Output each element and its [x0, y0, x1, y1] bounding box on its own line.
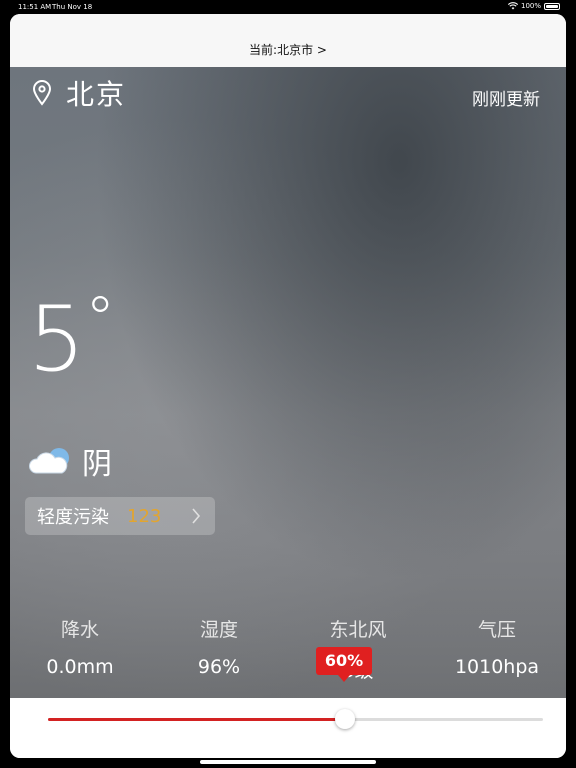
- progress-thumb[interactable]: [335, 709, 355, 729]
- stat-label: 东北风: [329, 619, 387, 641]
- condition-text: 阴: [82, 447, 112, 482]
- condition-row: 阴: [28, 439, 112, 483]
- stat-label: 气压: [477, 619, 516, 641]
- status-date: Thu Nov 18: [52, 3, 93, 11]
- stat-value: 0.0mm: [46, 656, 114, 678]
- weather-panel: 北京 刚刚更新 5° 阴 轻度污染 123 降水 0.0mm 湿度 96% 东北…: [10, 67, 566, 698]
- aqi-button[interactable]: 轻度污染 123: [25, 497, 215, 535]
- location-pin-icon: [32, 80, 52, 106]
- temperature-value: 5: [28, 287, 86, 392]
- progress-bar-panel: [10, 698, 566, 758]
- progress-fill: [48, 718, 345, 721]
- battery-percent: 100%: [520, 2, 541, 10]
- status-right: 100%: [507, 2, 560, 10]
- stat-pressure: 气压 1010hpa: [427, 615, 566, 678]
- chevron-right-icon: [192, 508, 201, 524]
- current-city-selector[interactable]: 当前:北京市 >: [10, 41, 566, 58]
- temperature: 5°: [28, 289, 115, 385]
- stat-precipitation: 降水 0.0mm: [10, 615, 150, 678]
- stat-label: 降水: [60, 619, 99, 641]
- modal-sheet: 当前:北京市 > 北京 刚刚更新 5° 阴 轻度污染 123 降水 0.0mm …: [10, 14, 566, 758]
- update-status: 刚刚更新: [472, 90, 540, 110]
- status-time: 11:51 AM: [18, 3, 52, 11]
- stat-humidity: 湿度 96%: [149, 615, 289, 678]
- wifi-icon: [507, 2, 518, 10]
- stat-value: 1010hpa: [454, 656, 540, 678]
- degree-symbol: °: [85, 284, 116, 354]
- stat-label: 湿度: [199, 619, 238, 641]
- status-bar: 11:51 AM Thu Nov 18 100%: [0, 0, 576, 14]
- city-name: 北京: [66, 78, 127, 111]
- home-indicator: [200, 760, 376, 764]
- stat-value: 96%: [197, 656, 241, 678]
- nav-bar: 当前:北京市 >: [10, 14, 566, 68]
- aqi-value: 123: [127, 505, 162, 527]
- progress-tooltip: 60%: [316, 647, 372, 682]
- battery-icon: [544, 2, 560, 10]
- location-row: 北京: [32, 73, 126, 113]
- progress-track[interactable]: [48, 709, 543, 729]
- weather-stats: 降水 0.0mm 湿度 96% 东北风 3级 气压 1010hpa: [10, 615, 566, 695]
- aqi-label: 轻度污染: [37, 507, 109, 528]
- cloud-icon: [29, 448, 69, 474]
